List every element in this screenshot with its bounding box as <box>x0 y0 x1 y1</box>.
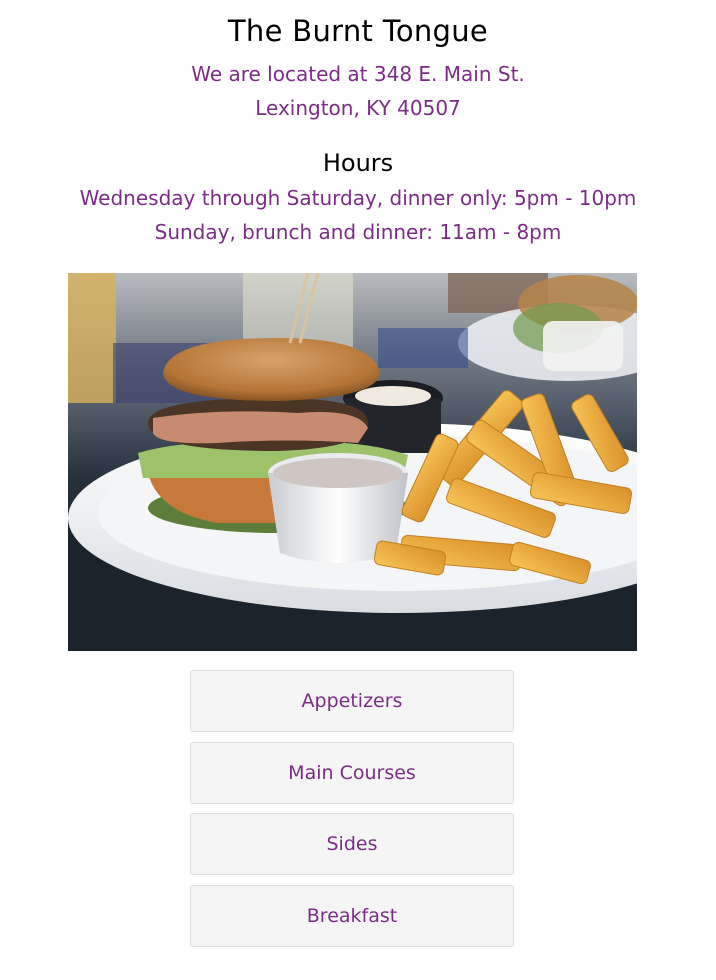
address-line-2: Lexington, KY 40507 <box>255 96 461 120</box>
hours-line-weekday: Wednesday through Saturday, dinner only:… <box>79 186 637 210</box>
restaurant-name: The Burnt Tongue <box>227 14 489 48</box>
main-courses-button[interactable]: Main Courses <box>190 742 514 804</box>
food-photo <box>68 273 637 651</box>
sides-button[interactable]: Sides <box>190 813 514 875</box>
appetizers-button[interactable]: Appetizers <box>190 670 514 732</box>
page: The Burnt Tongue We are located at 348 E… <box>0 0 716 980</box>
address-line-1: We are located at 348 E. Main St. <box>191 62 525 86</box>
breakfast-button[interactable]: Breakfast <box>190 885 514 947</box>
burger-and-fries-image <box>68 273 637 651</box>
hours-heading: Hours <box>322 149 394 177</box>
hours-line-sunday: Sunday, brunch and dinner: 11am - 8pm <box>154 220 562 244</box>
